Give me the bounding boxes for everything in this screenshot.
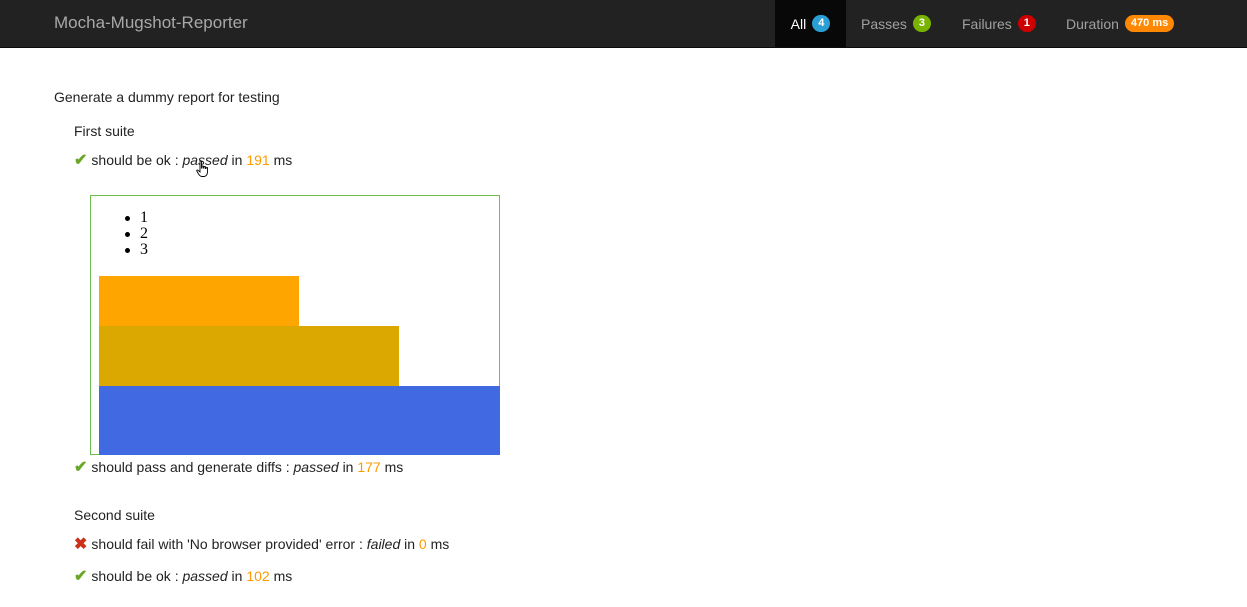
test-item[interactable]: ✔ should be ok : passed in 102 ms bbox=[74, 566, 292, 586]
test-duration: 191 bbox=[246, 152, 270, 168]
test-status: failed bbox=[366, 536, 401, 552]
test-duration: 0 bbox=[418, 536, 427, 552]
test-item[interactable]: ✖ should fail with 'No browser provided' … bbox=[74, 534, 449, 554]
diff-list-item: 3 bbox=[125, 241, 148, 258]
test-status: passed bbox=[293, 459, 339, 475]
suite-title: First suite bbox=[74, 123, 135, 139]
check-icon: ✔ bbox=[74, 152, 88, 169]
gold-bar bbox=[99, 326, 399, 386]
tab-all-label: All bbox=[790, 15, 807, 32]
cross-icon: ✖ bbox=[74, 536, 88, 553]
test-name: should pass and generate diffs bbox=[91, 459, 282, 475]
diff-preview: 1 2 3 bbox=[90, 195, 500, 455]
tab-duration-badge: 470 ms bbox=[1124, 15, 1175, 32]
test-in-text: in bbox=[342, 459, 354, 475]
tab-failures-count-badge: 1 bbox=[1017, 15, 1036, 32]
tab-passes[interactable]: Passes 3 bbox=[861, 0, 932, 47]
tab-all-count-badge: 4 bbox=[812, 15, 831, 32]
test-duration: 102 bbox=[246, 568, 270, 584]
test-item[interactable]: ✔ should be ok : passed in 191 ms bbox=[74, 150, 292, 170]
app-brand[interactable]: Mocha-Mugshot-Reporter bbox=[54, 13, 248, 33]
tab-duration-label: Duration bbox=[1066, 15, 1119, 32]
test-name: should be ok bbox=[91, 152, 171, 168]
orange-bar bbox=[99, 276, 299, 326]
top-navbar: Mocha-Mugshot-Reporter All 4 Passes 3 Fa… bbox=[0, 0, 1247, 48]
check-icon: ✔ bbox=[74, 568, 88, 585]
test-in-text: in bbox=[231, 568, 243, 584]
blue-bar bbox=[99, 386, 500, 455]
tab-duration[interactable]: Duration 470 ms bbox=[1066, 0, 1175, 47]
tab-failures-label: Failures bbox=[962, 15, 1012, 32]
diff-list-item: 1 bbox=[125, 209, 148, 226]
test-duration: 177 bbox=[357, 459, 381, 475]
test-duration-unit: ms bbox=[273, 152, 293, 168]
test-item[interactable]: ✔ should pass and generate diffs : passed… bbox=[74, 457, 403, 477]
suite-title: Second suite bbox=[74, 507, 155, 523]
tab-all[interactable]: All 4 bbox=[775, 0, 846, 47]
check-icon: ✔ bbox=[74, 459, 88, 476]
test-status: passed bbox=[182, 568, 228, 584]
test-name: should fail with 'No browser provided' e… bbox=[91, 536, 356, 552]
test-in-text: in bbox=[404, 536, 416, 552]
test-duration-unit: ms bbox=[273, 568, 293, 584]
test-in-text: in bbox=[231, 152, 243, 168]
tab-failures[interactable]: Failures 1 bbox=[962, 0, 1036, 47]
hand-cursor-icon bbox=[196, 160, 208, 177]
tab-passes-count-badge: 3 bbox=[912, 15, 932, 32]
report-title: Generate a dummy report for testing bbox=[54, 89, 280, 105]
diff-list-item: 2 bbox=[125, 225, 148, 242]
test-duration-unit: ms bbox=[430, 536, 450, 552]
test-duration-unit: ms bbox=[384, 459, 404, 475]
diff-list: 1 2 3 bbox=[125, 209, 148, 258]
tab-passes-label: Passes bbox=[861, 15, 907, 32]
test-name: should be ok bbox=[91, 568, 171, 584]
